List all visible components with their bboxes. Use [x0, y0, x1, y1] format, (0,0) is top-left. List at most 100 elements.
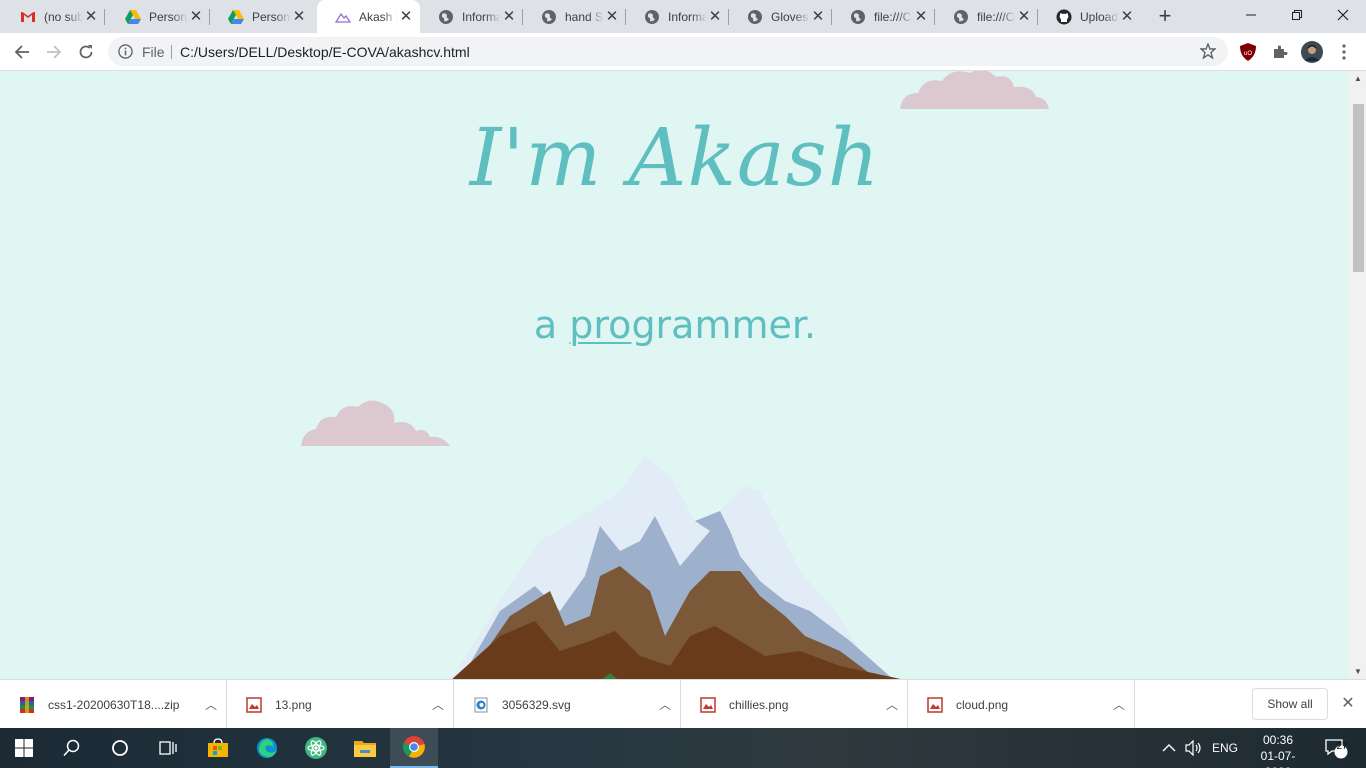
url-text[interactable]: C:/Users/DELL/Desktop/E-COVA/akashcv.htm… — [180, 44, 470, 60]
download-item[interactable]: css1-20200630T18....zip ︿ — [0, 680, 227, 729]
close-shelf-icon[interactable]: ✕ — [1338, 694, 1358, 714]
bookmark-star-icon[interactable] — [1199, 42, 1217, 64]
chevron-up-icon[interactable]: ︿ — [877, 696, 907, 713]
download-filename: cloud.png — [956, 697, 1009, 712]
scroll-down-arrow-icon[interactable]: ▼ — [1354, 667, 1362, 676]
gmail-icon — [20, 9, 36, 25]
tab-github-upload[interactable]: Upload ✕ — [1038, 0, 1141, 33]
action-center-button[interactable]: 27 — [1324, 728, 1348, 768]
page-scrollbar[interactable]: ▲ ▼ — [1350, 71, 1366, 679]
close-tab-icon[interactable]: ✕ — [810, 8, 826, 25]
minimize-button[interactable] — [1228, 0, 1274, 30]
store-app[interactable] — [194, 728, 242, 768]
cortana-button[interactable] — [96, 728, 144, 768]
address-divider — [171, 45, 172, 59]
globe-icon — [953, 9, 969, 25]
tab-file-1[interactable]: file:///C ✕ — [832, 0, 935, 33]
close-tab-icon[interactable]: ✕ — [83, 8, 99, 25]
chevron-up-icon — [1162, 744, 1176, 752]
clock-date: 01-07-2020 — [1260, 749, 1296, 768]
hero-subtitle: a programmer. — [0, 303, 1350, 347]
file-explorer-app[interactable] — [341, 728, 389, 768]
cortana-ring-icon — [112, 740, 128, 756]
close-icon — [1337, 9, 1349, 21]
close-tab-icon[interactable]: ✕ — [1016, 8, 1032, 25]
chrome-app[interactable] — [390, 728, 438, 768]
atom-app[interactable] — [292, 728, 340, 768]
close-tab-icon[interactable]: ✕ — [1119, 8, 1135, 25]
chevron-up-icon[interactable]: ︿ — [196, 696, 226, 713]
close-tab-icon[interactable]: ✕ — [398, 8, 414, 25]
download-item[interactable]: cloud.png ︿ — [908, 680, 1135, 729]
restore-button[interactable] — [1274, 0, 1320, 30]
close-tab-icon[interactable]: ✕ — [501, 8, 517, 25]
tab-gloves[interactable]: Gloves ✕ — [729, 0, 832, 33]
tab-informa-2[interactable]: Informa ✕ — [626, 0, 729, 33]
globe-icon — [541, 9, 557, 25]
edge-browser-icon — [257, 738, 277, 758]
task-view-button[interactable] — [144, 728, 192, 768]
download-item[interactable]: chillies.png ︿ — [681, 680, 908, 729]
show-hidden-icons[interactable] — [1162, 728, 1176, 768]
new-tab-button[interactable]: + — [1153, 5, 1177, 28]
forward-button[interactable] — [40, 38, 68, 66]
github-icon — [1056, 9, 1072, 25]
edge-app[interactable] — [243, 728, 291, 768]
profile-avatar[interactable] — [1301, 41, 1323, 63]
clock-time: 00:36 — [1262, 733, 1294, 747]
clock[interactable]: 00:36 01-07-2020 — [1248, 732, 1308, 768]
notification-count: 27 — [1336, 741, 1348, 752]
show-all-button[interactable]: Show all — [1252, 688, 1328, 720]
chevron-up-icon[interactable]: ︿ — [423, 696, 453, 713]
close-tab-icon[interactable]: ✕ — [913, 8, 929, 25]
language-indicator[interactable]: ENG — [1212, 728, 1238, 768]
browser-toolbar: File C:/Users/DELL/Desktop/E-COVA/akashc… — [0, 33, 1366, 71]
more-menu-icon[interactable] — [1334, 42, 1354, 62]
tab-drive-1[interactable]: Persona ✕ — [107, 0, 210, 33]
download-item[interactable]: 3056329.svg ︿ — [454, 680, 681, 729]
close-tab-icon[interactable]: ✕ — [188, 8, 204, 25]
tab-gmail[interactable]: (no sub ✕ — [2, 0, 105, 33]
chevron-up-icon[interactable]: ︿ — [650, 696, 680, 713]
subtitle-rest: grammer. — [631, 303, 817, 347]
scroll-up-arrow-icon[interactable]: ▲ — [1354, 74, 1362, 83]
back-button[interactable] — [8, 38, 36, 66]
windows-logo-icon — [15, 739, 33, 757]
chrome-icon — [402, 736, 425, 758]
speaker-icon — [1185, 740, 1201, 756]
download-filename: 13.png — [275, 697, 312, 712]
close-tab-icon[interactable]: ✕ — [707, 8, 723, 25]
subtitle-prefix: a — [533, 303, 570, 347]
typed-text: pro — [569, 303, 632, 347]
mountain-illustration — [451, 456, 901, 679]
page-icon — [335, 9, 351, 25]
search-button[interactable] — [48, 728, 96, 768]
ublock-extension-icon[interactable]: uO — [1238, 42, 1258, 62]
tab-title: Upload — [1080, 9, 1119, 24]
tab-informa-1[interactable]: Informa ✕ — [420, 0, 523, 33]
address-bar[interactable]: File C:/Users/DELL/Desktop/E-COVA/akashc… — [108, 37, 1228, 66]
volume-button[interactable] — [1185, 728, 1203, 768]
chevron-up-icon[interactable]: ︿ — [1104, 696, 1134, 713]
close-window-button[interactable] — [1320, 0, 1366, 30]
start-button[interactable] — [0, 728, 48, 768]
tab-title: file:///C — [977, 9, 1015, 24]
download-item[interactable]: 13.png ︿ — [227, 680, 454, 729]
info-icon[interactable] — [118, 44, 133, 64]
tab-akash-active[interactable]: Akash M ✕ — [317, 0, 420, 33]
close-tab-icon[interactable]: ✕ — [291, 8, 307, 25]
reload-button[interactable] — [72, 38, 100, 66]
extensions-puzzle-icon[interactable] — [1270, 42, 1290, 62]
scrollbar-thumb[interactable] — [1353, 104, 1364, 272]
image-icon — [699, 696, 717, 714]
tab-title: Informa — [668, 9, 707, 24]
tab-title: Gloves — [771, 9, 809, 24]
tab-title: (no sub — [44, 9, 83, 24]
search-icon — [63, 739, 80, 757]
tab-drive-2[interactable]: Persona ✕ — [210, 0, 313, 33]
close-tab-icon[interactable]: ✕ — [604, 8, 620, 25]
tab-file-2[interactable]: file:///C ✕ — [935, 0, 1038, 33]
cloud-image — [301, 400, 450, 446]
tab-hand[interactable]: hand S ✕ — [523, 0, 626, 33]
drive-icon — [125, 9, 141, 25]
